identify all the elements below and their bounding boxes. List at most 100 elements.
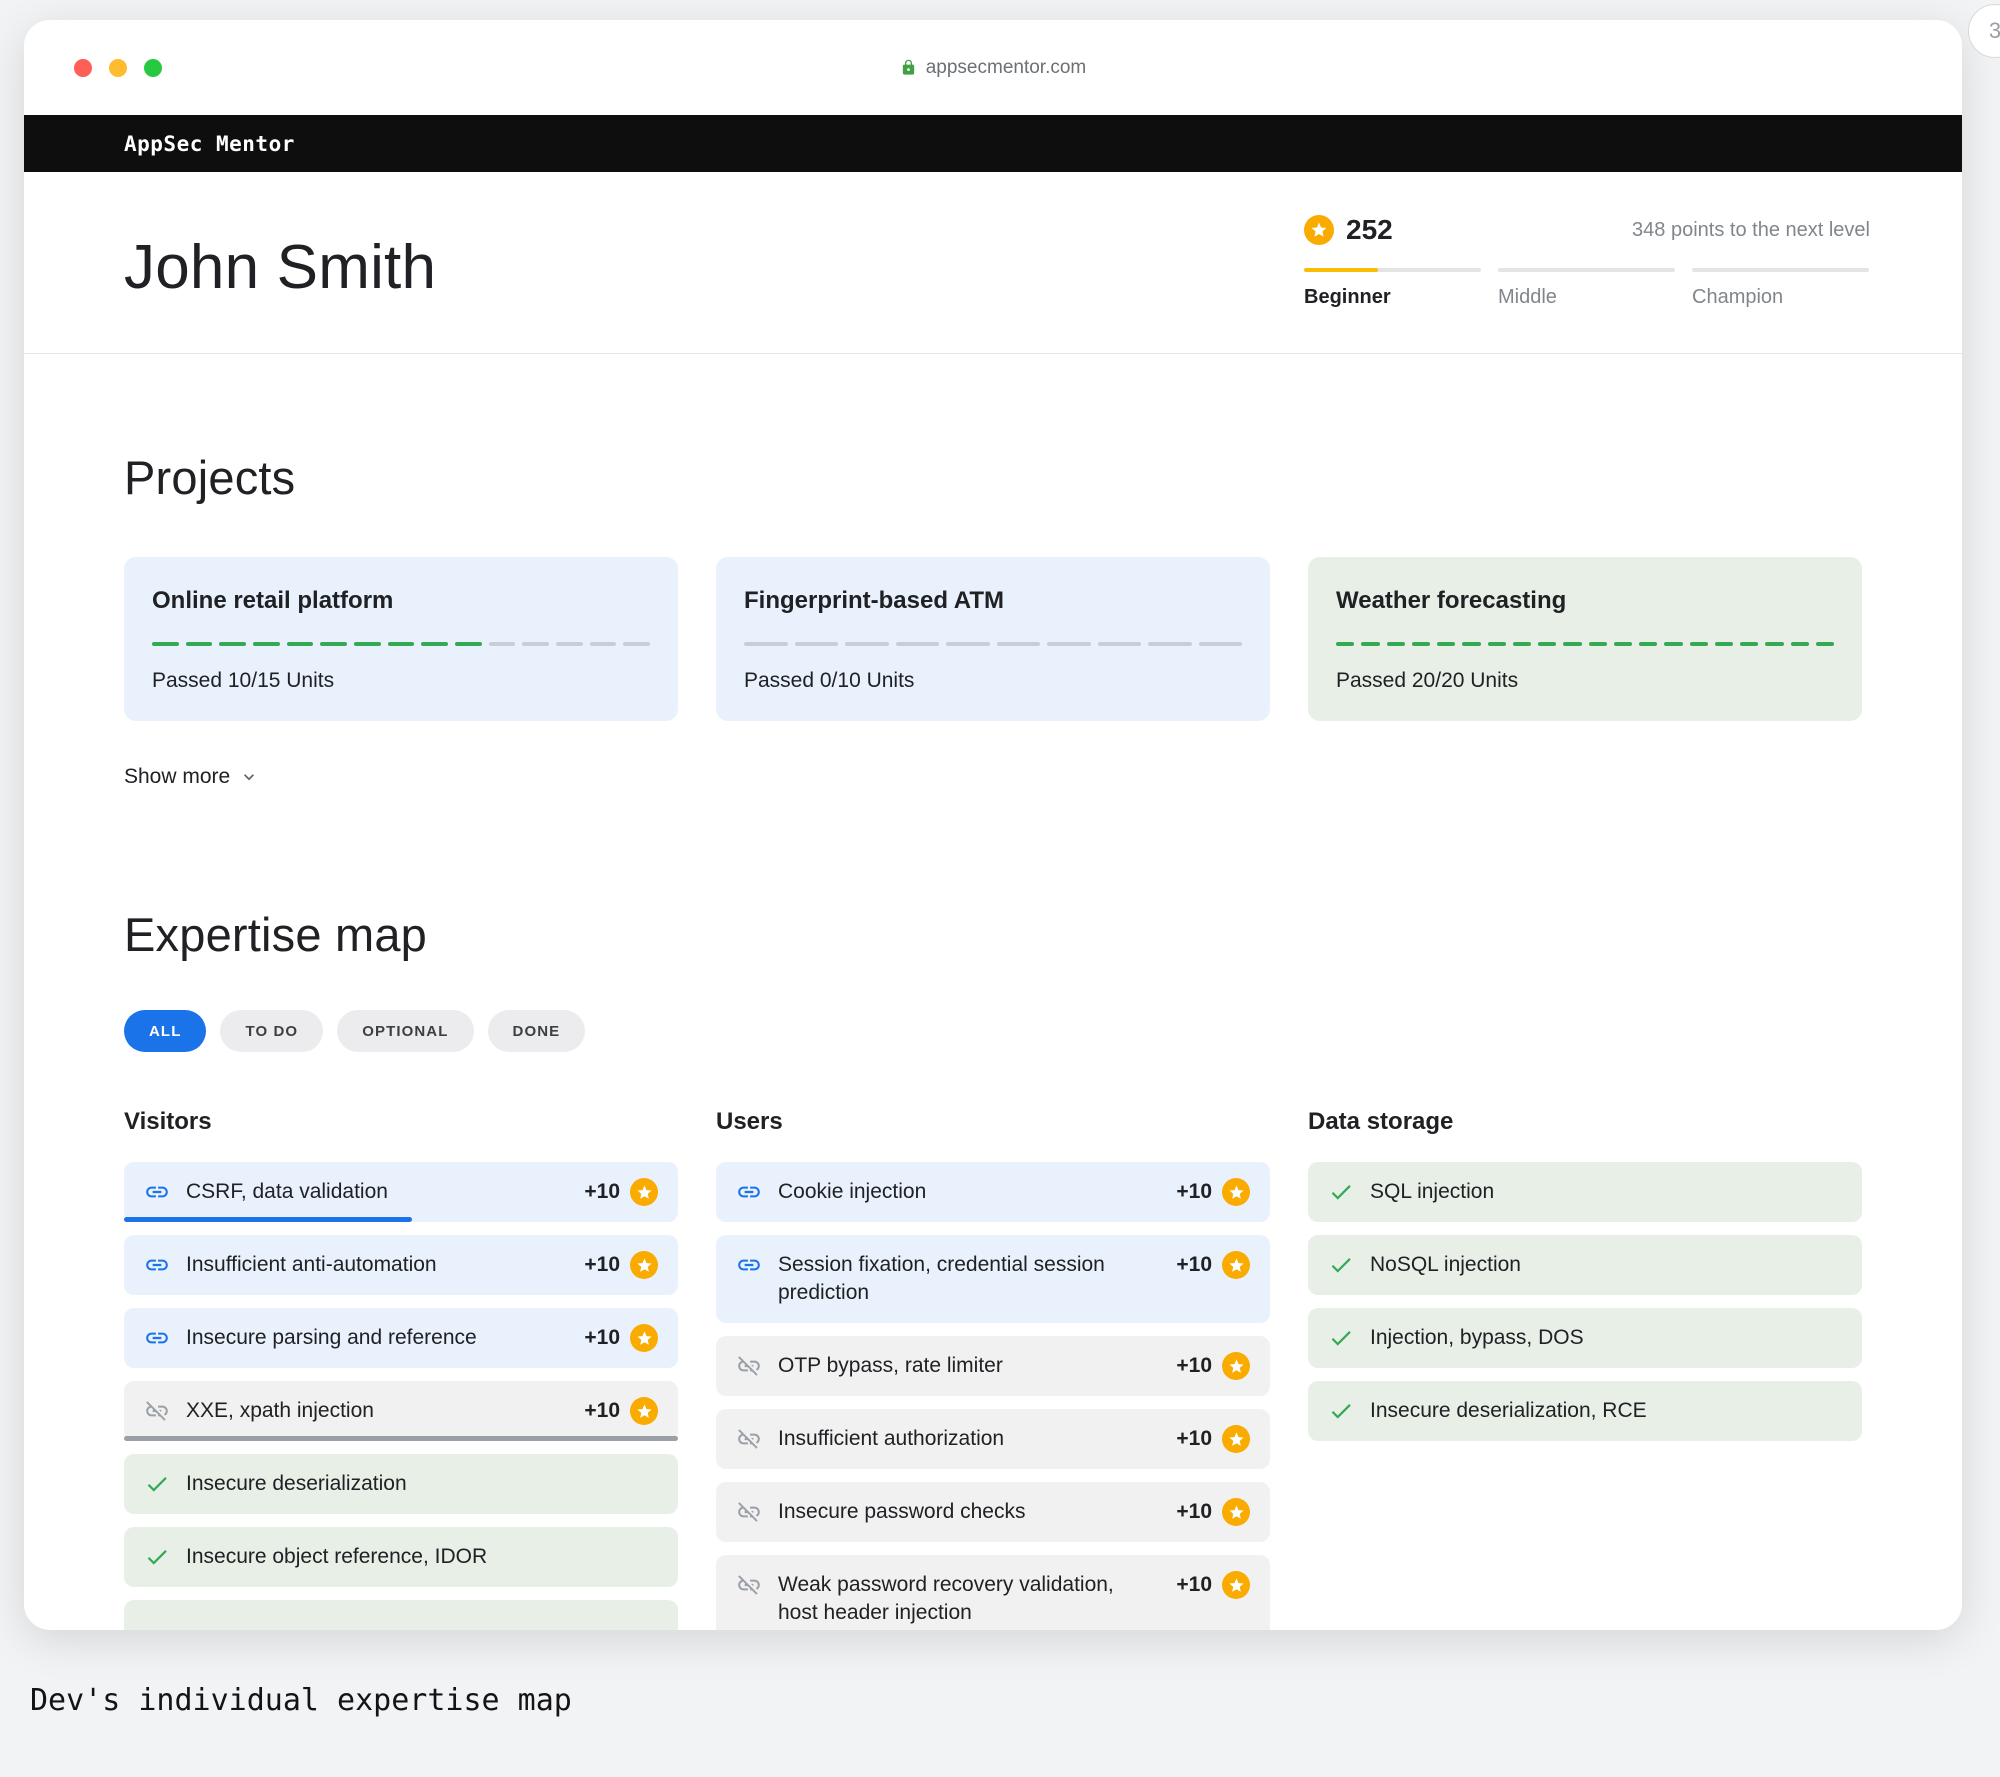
close-window-icon[interactable]: [74, 59, 92, 77]
expertise-columns: Visitors CSRF, data validation +10 Insuf…: [124, 1108, 1862, 1630]
expertise-item[interactable]: Cookie injection +10: [716, 1162, 1270, 1222]
progress-segment: [590, 642, 617, 646]
level-label: Champion: [1692, 286, 1869, 309]
project-card[interactable]: Fingerprint-based ATM Passed 0/10 Units: [716, 557, 1270, 721]
check-icon: [1328, 1252, 1354, 1278]
minimize-window-icon[interactable]: [109, 59, 127, 77]
show-more-button[interactable]: Show more: [124, 765, 259, 789]
url-text: appsecmentor.com: [926, 57, 1087, 79]
progress-segment: [421, 642, 448, 646]
show-more-label: Show more: [124, 765, 230, 789]
progress-segment: [1199, 642, 1243, 646]
expertise-item-list: Cookie injection +10 Session fixation, c…: [716, 1162, 1270, 1630]
expertise-item[interactable]: Weak password recovery validation, host …: [716, 1555, 1270, 1630]
progress-segment: [1715, 642, 1733, 646]
expertise-item[interactable]: SQL injection: [1308, 1162, 1862, 1222]
progress-segment: [1639, 642, 1657, 646]
item-reward: +10: [1176, 1571, 1250, 1599]
expertise-column: Users Cookie injection +10 Session fixat…: [716, 1108, 1270, 1630]
points-to-next-level: 348 points to the next level: [1632, 219, 1870, 242]
expertise-item-label: XXE, xpath injection: [186, 1397, 568, 1425]
check-icon: [1328, 1398, 1354, 1424]
progress-segment: [1765, 642, 1783, 646]
progress-segment: [1387, 642, 1405, 646]
project-card[interactable]: Online retail platform Passed 10/15 Unit…: [124, 557, 678, 721]
expertise-column-title: Users: [716, 1108, 1270, 1136]
item-reward: +10: [1176, 1251, 1250, 1279]
filter-chip-all[interactable]: ALL: [124, 1010, 206, 1052]
star-icon: [630, 1251, 658, 1279]
expertise-item[interactable]: [124, 1600, 678, 1630]
star-icon: [1222, 1498, 1250, 1526]
reward-points: +10: [584, 1178, 620, 1206]
progress-segment: [1563, 642, 1581, 646]
expertise-item-label: Insufficient anti-automation: [186, 1251, 568, 1279]
progress-segment: [1614, 642, 1632, 646]
expertise-item-list: SQL injection NoSQL injection Injection,…: [1308, 1162, 1862, 1441]
progress-segment: [186, 642, 213, 646]
expertise-item[interactable]: XXE, xpath injection +10: [124, 1381, 678, 1441]
maximize-window-icon[interactable]: [144, 59, 162, 77]
reward-points: +10: [584, 1324, 620, 1352]
progress-segment: [1047, 642, 1091, 646]
expertise-item-label: SQL injection: [1370, 1178, 1842, 1206]
broken-link-icon: [144, 1398, 170, 1424]
project-passed-units: Passed 0/10 Units: [744, 669, 1242, 693]
level-meter: Beginner: [1304, 268, 1481, 309]
progress-segment: [455, 642, 482, 646]
filter-chip-to-do[interactable]: TO DO: [220, 1010, 323, 1052]
expertise-item-label: Insufficient authorization: [778, 1425, 1160, 1453]
expertise-item[interactable]: Insecure object reference, IDOR: [124, 1527, 678, 1587]
broken-link-icon: [736, 1499, 762, 1525]
profile-header: John Smith 252 348 points to the next le…: [24, 172, 1962, 354]
progress-segment: [219, 642, 246, 646]
progress-segment: [1740, 642, 1758, 646]
check-icon: [144, 1544, 170, 1570]
expertise-item[interactable]: Injection, bypass, DOS: [1308, 1308, 1862, 1368]
project-progress-bar: [152, 642, 650, 646]
corner-badge: 3: [1968, 4, 2000, 58]
project-cards: Online retail platform Passed 10/15 Unit…: [124, 557, 1862, 721]
progress-segment: [1538, 642, 1556, 646]
expertise-item-list: CSRF, data validation +10 Insufficient a…: [124, 1162, 678, 1630]
expertise-item[interactable]: Session fixation, credential session pre…: [716, 1235, 1270, 1323]
expertise-item[interactable]: Insecure deserialization, RCE: [1308, 1381, 1862, 1441]
reward-points: +10: [1176, 1498, 1212, 1526]
progress-segment: [1412, 642, 1430, 646]
expertise-item[interactable]: Insecure password checks +10: [716, 1482, 1270, 1542]
link-icon: [736, 1179, 762, 1205]
expertise-item-label: Insecure object reference, IDOR: [186, 1543, 658, 1571]
project-card[interactable]: Weather forecasting Passed 20/20 Units: [1308, 557, 1862, 721]
level-label: Middle: [1498, 286, 1675, 309]
expertise-item[interactable]: OTP bypass, rate limiter +10: [716, 1336, 1270, 1396]
expertise-item[interactable]: Insufficient anti-automation +10: [124, 1235, 678, 1295]
item-reward: +10: [584, 1178, 658, 1206]
app-header: AppSec Mentor: [24, 115, 1962, 172]
level-track: [1498, 268, 1675, 272]
progress-segment: [388, 642, 415, 646]
filter-chip-optional[interactable]: OPTIONAL: [337, 1010, 473, 1052]
expertise-item[interactable]: Insecure deserialization: [124, 1454, 678, 1514]
progress-segment: [1148, 642, 1192, 646]
expertise-column: Visitors CSRF, data validation +10 Insuf…: [124, 1108, 678, 1630]
star-icon: [630, 1178, 658, 1206]
star-icon: [630, 1324, 658, 1352]
reward-points: +10: [1176, 1251, 1212, 1279]
progress-segment: [556, 642, 583, 646]
item-progress-underline: [124, 1217, 412, 1222]
reward-points: +10: [1176, 1352, 1212, 1380]
filter-chip-done[interactable]: DONE: [488, 1010, 586, 1052]
item-reward: +10: [1176, 1425, 1250, 1453]
expertise-item[interactable]: NoSQL injection: [1308, 1235, 1862, 1295]
broken-link-icon: [736, 1353, 762, 1379]
progress-segment: [1589, 642, 1607, 646]
expertise-item[interactable]: Insufficient authorization +10: [716, 1409, 1270, 1469]
expertise-item[interactable]: CSRF, data validation +10: [124, 1162, 678, 1222]
reward-points: +10: [1176, 1571, 1212, 1599]
star-icon: [630, 1397, 658, 1425]
expertise-item[interactable]: Insecure parsing and reference +10: [124, 1308, 678, 1368]
item-reward: +10: [1176, 1178, 1250, 1206]
address-bar[interactable]: appsecmentor.com: [900, 57, 1087, 79]
item-reward: +10: [1176, 1498, 1250, 1526]
project-progress-bar: [744, 642, 1242, 646]
